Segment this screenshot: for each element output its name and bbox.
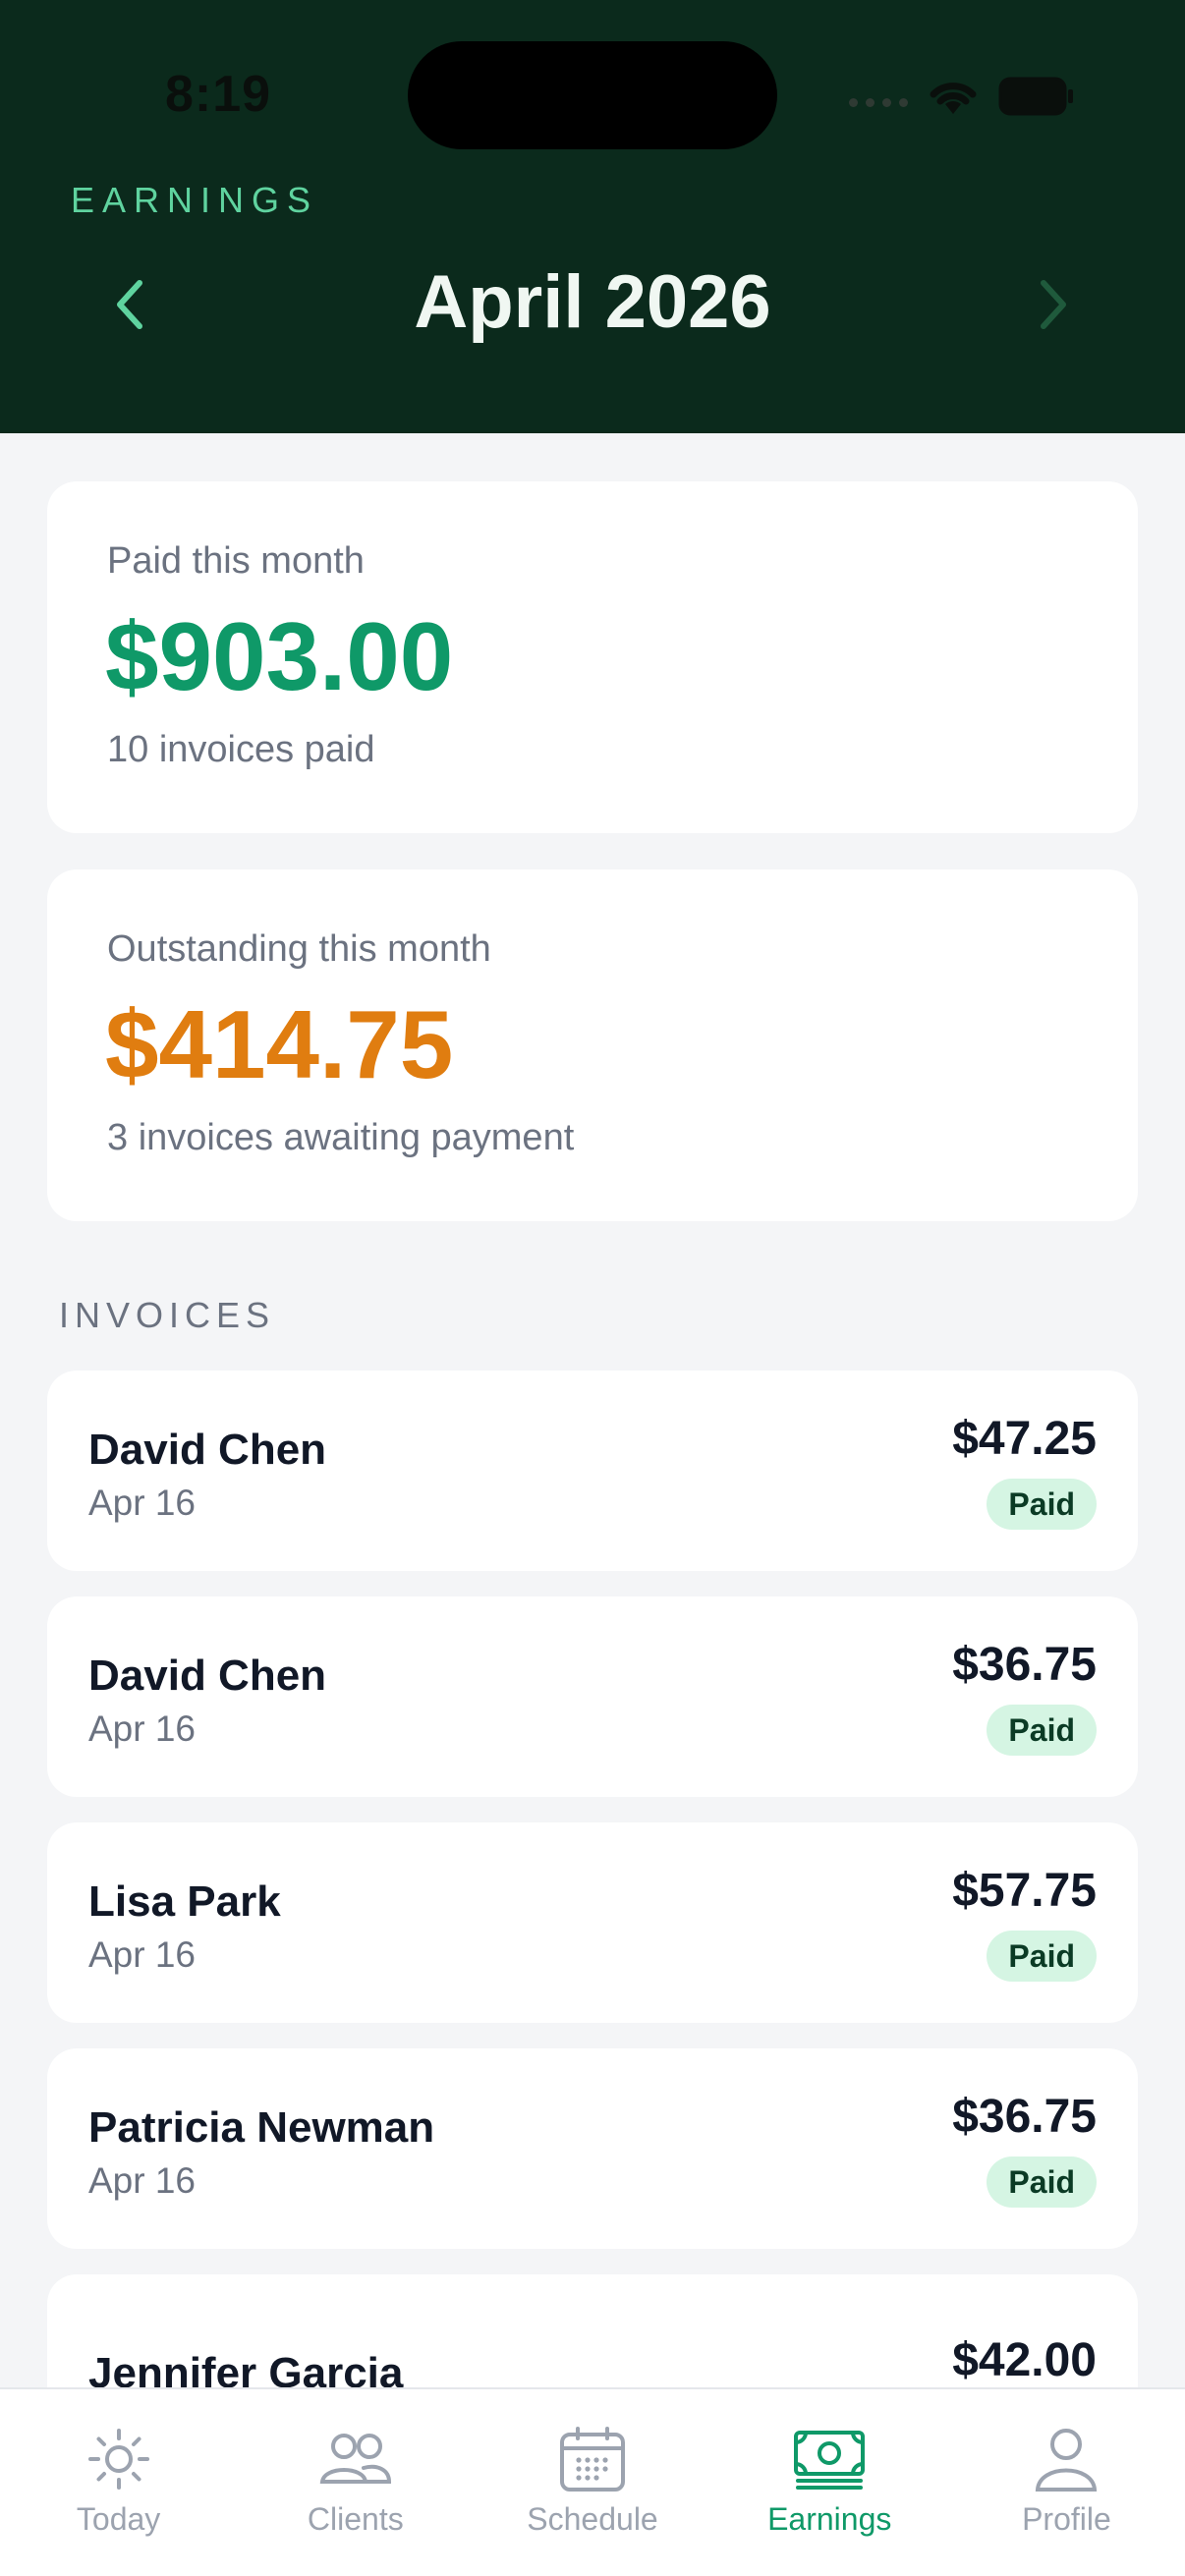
battery-icon — [998, 77, 1073, 116]
paid-count: 10 invoices paid — [107, 729, 375, 770]
tab-schedule[interactable]: Schedule — [474, 2389, 710, 2576]
tab-label: Schedule — [527, 2501, 658, 2537]
person-icon — [1036, 2429, 1098, 2492]
outstanding-count: 3 invoices awaiting payment — [107, 1117, 575, 1158]
paid-label: Paid this month — [107, 540, 365, 582]
invoice-amount: $42.00 — [952, 2334, 1097, 2386]
next-month-button[interactable] — [1014, 265, 1093, 344]
invoice-row[interactable]: Patricia Newman Apr 16 $36.75 Paid — [47, 2048, 1138, 2249]
invoice-amount: $36.75 — [952, 1639, 1097, 1691]
wifi-icon — [930, 83, 977, 114]
invoice-date: Apr 16 — [88, 1708, 197, 1749]
tab-clients[interactable]: Clients — [237, 2389, 474, 2576]
users-icon — [319, 2434, 391, 2484]
invoice-client-name: David Chen — [88, 1652, 327, 1700]
tab-label: Earnings — [767, 2501, 892, 2537]
invoice-client-name: Patricia Newman — [88, 2103, 435, 2152]
invoice-date: Apr 16 — [88, 1934, 197, 1975]
invoice-client-name: Lisa Park — [88, 1877, 281, 1926]
invoice-amount: $36.75 — [952, 2091, 1097, 2143]
status-badge: Paid — [987, 1705, 1097, 1756]
invoice-amount: $57.75 — [952, 1865, 1097, 1917]
chevron-right-icon — [1041, 280, 1066, 329]
invoice-amount: $47.25 — [952, 1413, 1097, 1465]
section-eyebrow: EARNINGS — [71, 180, 319, 220]
month-title: April 2026 — [414, 260, 771, 344]
paid-amount: $903.00 — [105, 602, 454, 710]
outstanding-amount: $414.75 — [105, 990, 454, 1098]
dynamic-island — [408, 41, 777, 149]
invoice-client-name: David Chen — [88, 1426, 327, 1474]
invoice-row[interactable]: Lisa Park Apr 16 $57.75 Paid — [47, 1822, 1138, 2023]
outstanding-summary-card: Outstanding this month $414.75 3 invoice… — [47, 869, 1138, 1221]
invoice-row[interactable]: David Chen Apr 16 $47.25 Paid — [47, 1371, 1138, 1571]
tab-label: Today — [76, 2501, 161, 2537]
tab-bar: Today Clients Schedule Earnings Profile — [0, 2387, 1185, 2576]
status-badge: Paid — [987, 1931, 1097, 1982]
sun-icon — [87, 2429, 149, 2490]
cash-icon — [794, 2431, 866, 2490]
invoices-section-label: INVOICES — [59, 1295, 276, 1335]
status-badge: Paid — [987, 1479, 1097, 1530]
outstanding-label: Outstanding this month — [107, 928, 491, 970]
earnings-header: 8:19 EARNINGS April 2026 — [0, 0, 1185, 433]
invoice-date: Apr 16 — [88, 2160, 197, 2201]
tab-earnings[interactable]: Earnings — [711, 2389, 948, 2576]
invoice-date: Apr 16 — [88, 1483, 197, 1523]
status-time: 8:19 — [165, 66, 272, 123]
invoice-row[interactable]: David Chen Apr 16 $36.75 Paid — [47, 1596, 1138, 1797]
cellular-signal-icon — [849, 98, 908, 107]
status-badge: Paid — [987, 2156, 1097, 2208]
paid-summary-card: Paid this month $903.00 10 invoices paid — [47, 481, 1138, 833]
tab-label: Clients — [307, 2501, 404, 2537]
tab-today[interactable]: Today — [0, 2389, 237, 2576]
tab-profile[interactable]: Profile — [948, 2389, 1185, 2576]
tab-label: Profile — [1022, 2501, 1111, 2537]
calendar-icon — [560, 2427, 625, 2492]
